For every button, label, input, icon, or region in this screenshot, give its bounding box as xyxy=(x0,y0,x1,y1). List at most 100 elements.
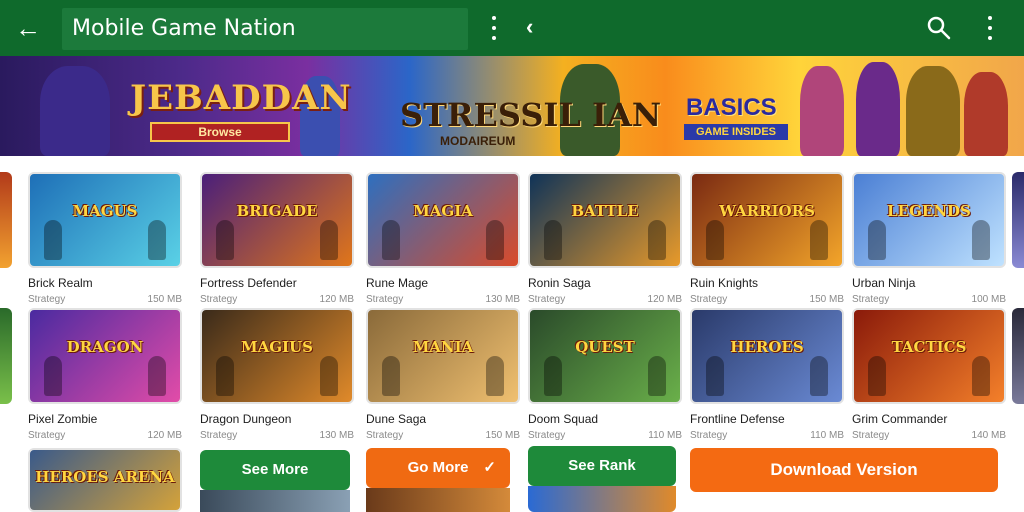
game-meta: Strategy 120 MB xyxy=(200,294,354,305)
character-figure xyxy=(382,220,400,260)
game-size: 120 MB xyxy=(319,294,354,305)
card-peek-left[interactable] xyxy=(0,172,12,268)
game-card[interactable]: BRIGADE Fortress Defender Strategy 120 MB xyxy=(200,172,354,305)
character-figure xyxy=(648,220,666,260)
game-genre: Strategy xyxy=(852,430,890,441)
arrow-back-icon[interactable]: ← xyxy=(12,12,44,44)
game-thumbnail-strip xyxy=(528,486,676,512)
game-thumbnail: BRIGADE xyxy=(200,172,354,268)
game-title: Rune Mage xyxy=(366,276,429,290)
character-figure xyxy=(44,356,62,396)
character-figure xyxy=(216,356,234,396)
character-figure xyxy=(648,356,666,396)
character-figure xyxy=(706,220,724,260)
game-size: 110 MB xyxy=(810,430,844,441)
thumbnail-logo: BATTLE xyxy=(571,202,639,220)
character-figure xyxy=(544,356,562,396)
thumbnail-logo: LEGENDS xyxy=(887,202,971,220)
character-figure xyxy=(544,220,562,260)
banner-mid-title: STRESSIL IAN xyxy=(400,96,662,134)
see-rank-button[interactable]: See Rank xyxy=(528,446,676,486)
app-title: Mobile Game Nation xyxy=(62,8,468,50)
game-card[interactable]: BATTLE Ronin Saga Strategy 120 MB xyxy=(528,172,682,305)
game-title: Dragon Dungeon xyxy=(200,412,292,426)
character-figure xyxy=(148,220,166,260)
promo-banner[interactable]: JEBADDAN Browse STRESSIL IAN MODAIREUM B… xyxy=(0,56,1024,156)
game-thumbnail: MAGUS xyxy=(28,172,182,268)
game-meta: Strategy 140 MB xyxy=(852,430,1006,441)
hero-figure xyxy=(856,62,900,156)
card-peek-left[interactable] xyxy=(0,308,12,404)
game-thumbnail: TACTICS xyxy=(852,308,1006,404)
game-card[interactable]: MAGIUS Dragon Dungeon Strategy 130 MB xyxy=(200,308,354,441)
game-card[interactable]: QUEST Doom Squad Strategy 110 MB xyxy=(528,308,682,441)
game-title: Grim Commander xyxy=(852,412,948,426)
game-meta: Strategy 120 MB xyxy=(28,430,182,441)
see-more-button[interactable]: See More xyxy=(200,450,350,490)
game-size: 100 MB xyxy=(971,294,1006,305)
game-meta: Strategy 150 MB xyxy=(690,294,844,305)
game-card[interactable]: LEGENDS Urban Ninja Strategy 100 MB xyxy=(852,172,1006,305)
game-size: 110 MB xyxy=(648,430,682,441)
more-vert-icon[interactable] xyxy=(982,16,998,40)
game-card[interactable]: TACTICS Grim Commander Strategy 140 MB xyxy=(852,308,1006,441)
game-genre: Strategy xyxy=(366,294,404,305)
game-grid: MAGUS Brick Realm Strategy 150 MB BRIGADE For… xyxy=(0,156,1024,512)
card-peek-right[interactable] xyxy=(1012,172,1024,268)
game-title: Urban Ninja xyxy=(852,276,916,290)
thumbnail-logo: MAGIUS xyxy=(241,338,313,356)
game-thumbnail: MAGIUS xyxy=(200,308,354,404)
character-figure xyxy=(868,220,886,260)
game-title: Frontline Defense xyxy=(690,412,785,426)
game-title: Dune Saga xyxy=(366,412,427,426)
banner-browse-button[interactable]: Browse xyxy=(150,122,290,142)
chevron-left-icon[interactable]: ‹ xyxy=(526,14,533,40)
game-genre: Strategy xyxy=(200,294,238,305)
game-meta: Strategy 130 MB xyxy=(366,294,520,305)
game-card[interactable]: WARRIORS Ruin Knights Strategy 150 MB xyxy=(690,172,844,305)
game-genre: Strategy xyxy=(28,430,66,441)
game-card[interactable]: MAGIA Rune Mage Strategy 130 MB xyxy=(366,172,520,305)
game-title: Fortress Defender xyxy=(200,276,297,290)
game-thumbnail: BATTLE xyxy=(528,172,682,268)
game-thumbnail: MAGIA xyxy=(366,172,520,268)
character-figure xyxy=(44,220,62,260)
game-card[interactable]: MAGUS Brick Realm Strategy 150 MB xyxy=(28,172,182,305)
game-size: 130 MB xyxy=(485,294,520,305)
banner-right-title: BASICS xyxy=(686,94,777,121)
app-bar: ← Mobile Game Nation ‹ xyxy=(0,0,1024,56)
card-peek-right[interactable] xyxy=(1012,308,1024,404)
thumbnail-logo: HEROES xyxy=(730,338,804,356)
go-more-label: Go More xyxy=(407,459,469,476)
game-genre: Strategy xyxy=(200,430,238,441)
hero-figure xyxy=(964,72,1008,156)
download-version-button[interactable]: Download Version xyxy=(690,448,998,492)
game-meta: Strategy 120 MB xyxy=(528,294,682,305)
game-thumbnail: HEROES ARENA xyxy=(28,448,182,512)
game-genre: Strategy xyxy=(528,294,566,305)
game-thumbnail: WARRIORS xyxy=(690,172,844,268)
thumbnail-logo: WARRIORS xyxy=(719,202,815,220)
game-card[interactable]: HEROES ARENA xyxy=(28,448,182,512)
game-card[interactable]: HEROES Frontline Defense Strategy 110 MB xyxy=(690,308,844,441)
go-more-button[interactable]: Go More ✓ xyxy=(366,448,510,488)
thumbnail-logo: MAGUS xyxy=(72,202,138,220)
hero-figure xyxy=(800,66,844,156)
game-meta: Strategy 150 MB xyxy=(366,430,520,441)
game-thumbnail-strip xyxy=(200,490,350,512)
game-card[interactable]: MANIA Dune Saga Strategy 150 MB xyxy=(366,308,520,441)
search-icon[interactable] xyxy=(926,15,952,41)
thumbnail-logo: HEROES ARENA xyxy=(35,468,175,486)
more-vert-icon[interactable] xyxy=(486,16,502,40)
game-title: Ronin Saga xyxy=(528,276,591,290)
character-figure xyxy=(810,356,828,396)
banner-mid-subtitle: MODAIREUM xyxy=(440,134,516,148)
game-meta: Strategy 150 MB xyxy=(28,294,182,305)
game-meta: Strategy 130 MB xyxy=(200,430,354,441)
game-card[interactable]: DRAGON Pixel Zombie Strategy 120 MB xyxy=(28,308,182,441)
game-thumbnail: MANIA xyxy=(366,308,520,404)
game-thumbnail: HEROES xyxy=(690,308,844,404)
game-genre: Strategy xyxy=(852,294,890,305)
game-genre: Strategy xyxy=(366,430,404,441)
hero-figure xyxy=(906,66,960,156)
